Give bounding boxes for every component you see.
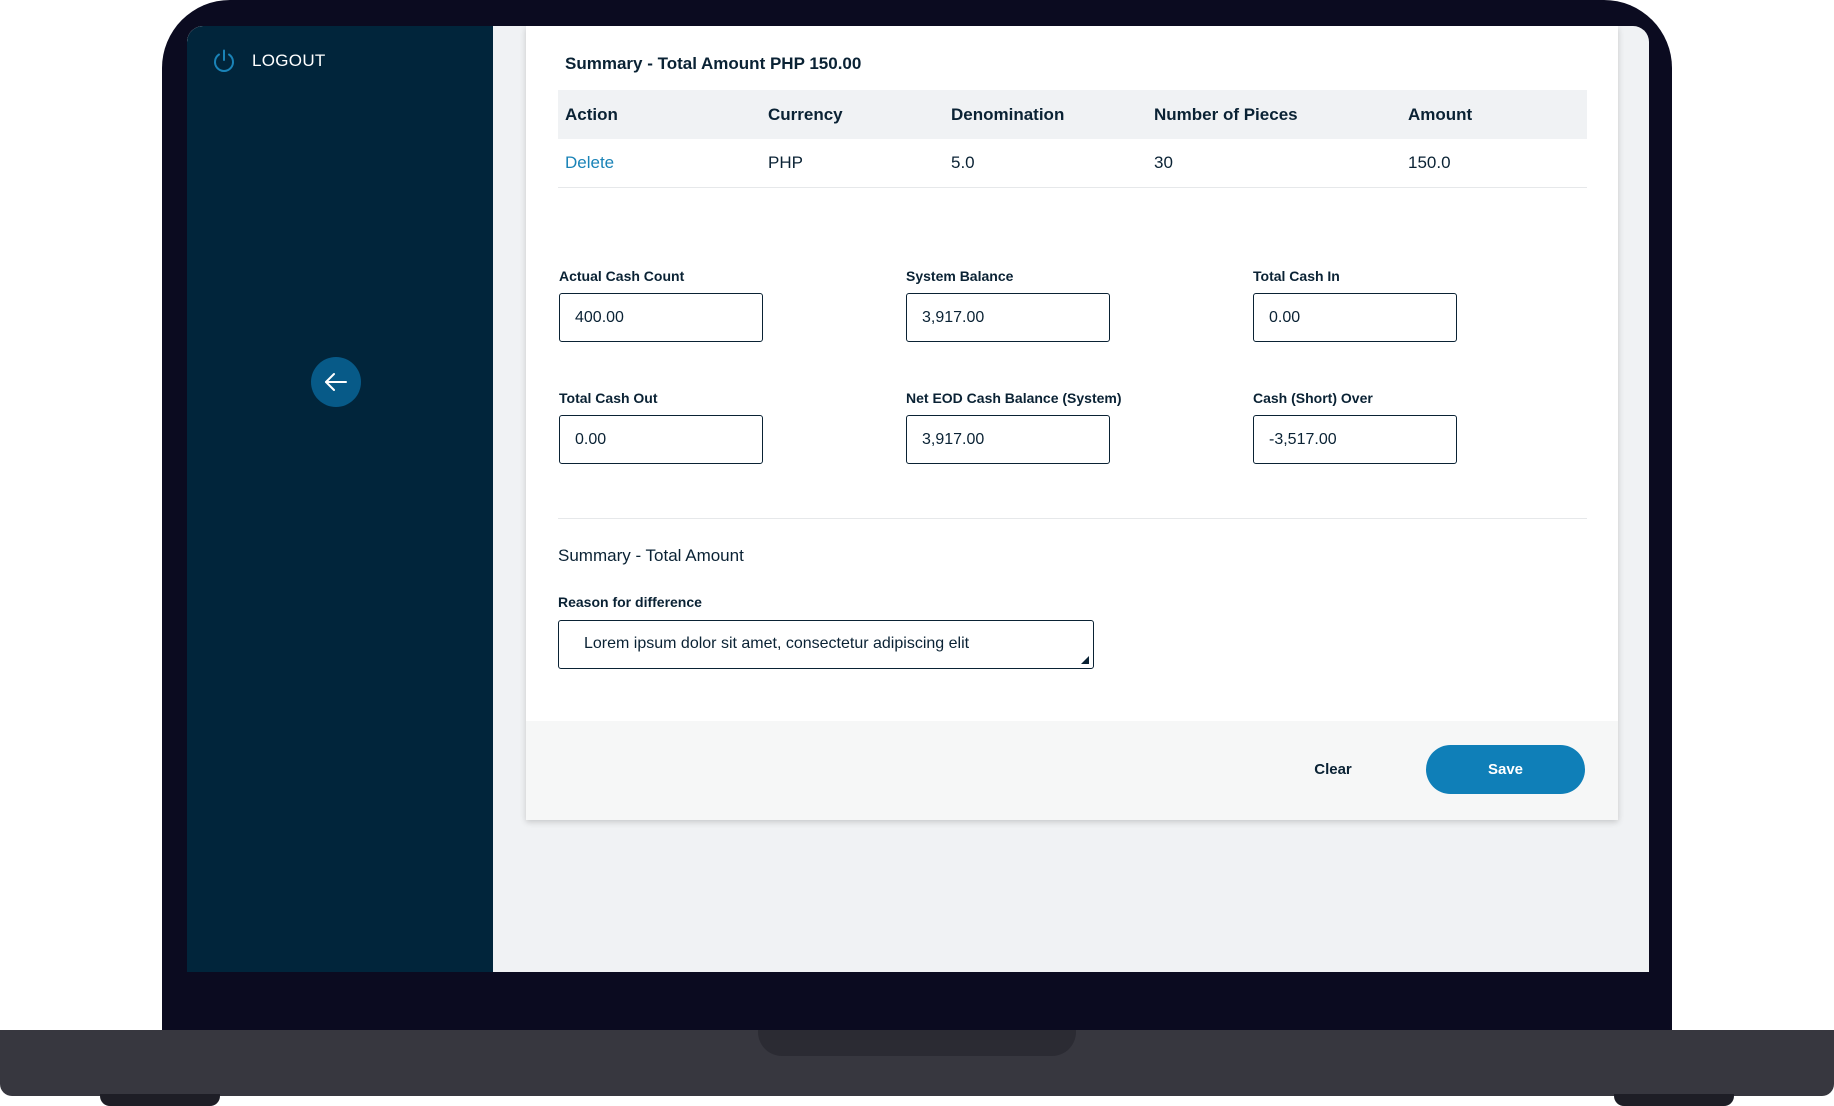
table-header-row: Action Currency Denomination Number of P… bbox=[558, 90, 1587, 139]
arrow-left-icon bbox=[325, 373, 347, 391]
power-icon bbox=[214, 49, 234, 72]
actual-cash-count-label: Actual Cash Count bbox=[559, 268, 685, 284]
column-header-denomination: Denomination bbox=[951, 104, 1065, 124]
total-cash-in-group: Total Cash In bbox=[1253, 268, 1457, 342]
total-cash-in-label: Total Cash In bbox=[1253, 268, 1340, 284]
reason-label: Reason for difference bbox=[558, 594, 702, 610]
cell-currency: PHP bbox=[761, 139, 944, 188]
net-eod-balance-label: Net EOD Cash Balance (System) bbox=[906, 390, 1122, 406]
cash-short-over-group: Cash (Short) Over bbox=[1253, 390, 1457, 464]
column-header-amount: Amount bbox=[1408, 104, 1473, 124]
logout-button[interactable]: LOGOUT bbox=[211, 48, 326, 74]
delete-link[interactable]: Delete bbox=[565, 153, 614, 172]
laptop-foot-left bbox=[100, 1094, 220, 1106]
total-cash-out-group: Total Cash Out bbox=[559, 390, 763, 464]
back-button[interactable] bbox=[311, 357, 361, 407]
logout-label: LOGOUT bbox=[252, 51, 326, 70]
cell-denomination: 5.0 bbox=[944, 139, 1147, 188]
app-screen: LOGOUT Summary - Total Amount PHP 150.00 bbox=[187, 26, 1649, 972]
total-cash-out-input[interactable] bbox=[559, 415, 763, 464]
actual-cash-count-input[interactable] bbox=[559, 293, 763, 342]
system-balance-group: System Balance bbox=[906, 268, 1110, 342]
resize-handle-icon[interactable] bbox=[1081, 656, 1089, 664]
section-divider bbox=[558, 518, 1587, 519]
reason-section-title: Summary - Total Amount bbox=[558, 546, 744, 565]
laptop-foot-right bbox=[1614, 1094, 1734, 1106]
system-balance-input[interactable] bbox=[906, 293, 1110, 342]
card-footer: Clear Save bbox=[526, 721, 1618, 820]
cell-action: Delete bbox=[558, 139, 761, 188]
clear-button[interactable]: Clear bbox=[1284, 745, 1382, 794]
column-header-action: Action bbox=[565, 104, 618, 124]
reason-textarea[interactable]: Lorem ipsum dolor sit amet, consectetur … bbox=[558, 620, 1094, 669]
summary-title: Summary - Total Amount PHP 150.00 bbox=[565, 54, 862, 73]
cash-count-card: Summary - Total Amount PHP 150.00 Action… bbox=[526, 26, 1618, 820]
column-header-pieces: Number of Pieces bbox=[1154, 104, 1298, 124]
actual-cash-count-group: Actual Cash Count bbox=[559, 268, 763, 342]
cell-pieces: 30 bbox=[1147, 139, 1401, 188]
column-header-currency: Currency bbox=[768, 104, 843, 124]
net-eod-balance-input[interactable] bbox=[906, 415, 1110, 464]
card-body: Summary - Total Amount PHP 150.00 Action… bbox=[526, 26, 1618, 721]
sidebar: LOGOUT bbox=[187, 26, 493, 972]
net-eod-balance-group: Net EOD Cash Balance (System) bbox=[906, 390, 1122, 464]
cash-short-over-label: Cash (Short) Over bbox=[1253, 390, 1373, 406]
total-cash-out-label: Total Cash Out bbox=[559, 390, 658, 406]
cell-amount: 150.0 bbox=[1401, 139, 1587, 188]
total-cash-in-input[interactable] bbox=[1253, 293, 1457, 342]
table-row: Delete PHP 5.0 30 150.0 bbox=[558, 139, 1587, 188]
save-button[interactable]: Save bbox=[1426, 745, 1585, 794]
system-balance-label: System Balance bbox=[906, 268, 1014, 284]
cash-short-over-input[interactable] bbox=[1253, 415, 1457, 464]
summary-table: Action Currency Denomination Number of P… bbox=[558, 90, 1587, 188]
laptop-notch bbox=[758, 1030, 1076, 1056]
